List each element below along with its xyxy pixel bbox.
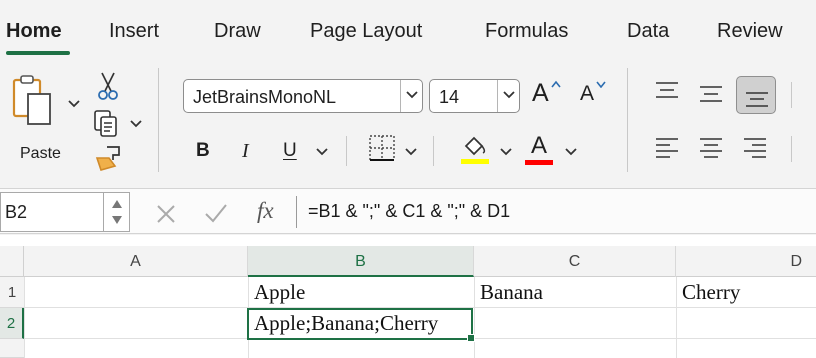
ribbon-home: Paste JetBrainsMonoNL 14 A A B I U A xyxy=(0,60,816,188)
caret-down-icon xyxy=(596,81,606,88)
align-center-icon[interactable] xyxy=(698,136,724,162)
font-color-swatch xyxy=(525,160,553,165)
name-box-stepper[interactable] xyxy=(103,193,129,231)
copy-icon[interactable] xyxy=(92,108,122,138)
format-painter-icon[interactable] xyxy=(93,144,123,172)
italic-button[interactable]: I xyxy=(242,140,249,163)
gridline xyxy=(24,277,25,358)
font-family-dropdown[interactable] xyxy=(400,80,422,112)
up-down-arrows-icon xyxy=(112,200,122,224)
active-cell-outline xyxy=(247,308,473,340)
column-header-a[interactable]: A xyxy=(24,246,248,277)
cut-scissors-icon[interactable] xyxy=(95,71,121,101)
paste-icon xyxy=(12,75,51,125)
font-size-dropdown[interactable] xyxy=(497,80,519,112)
group-divider xyxy=(627,68,628,172)
insert-function-button[interactable]: fx xyxy=(257,198,274,224)
decrease-font-size-button[interactable]: A xyxy=(580,82,594,106)
row-header-1[interactable]: 1 xyxy=(0,277,24,308)
align-divider xyxy=(791,82,792,108)
align-middle-icon[interactable] xyxy=(698,84,724,108)
fill-color-bucket-icon[interactable] xyxy=(458,132,492,166)
cancel-x-icon[interactable] xyxy=(155,203,177,225)
select-all-corner[interactable] xyxy=(0,246,24,277)
underline-button[interactable]: U xyxy=(283,140,297,162)
cell-d1[interactable]: Cherry xyxy=(676,277,816,308)
format-divider xyxy=(346,136,347,166)
column-header-row: A B C D xyxy=(0,246,816,277)
increase-font-size-button[interactable]: A xyxy=(532,79,549,108)
formula-bar: B2 fx =B1 & ";" & C1 & ";" & D1 xyxy=(0,188,816,234)
worksheet-grid: A B C D 1 2 Apple Banana Cherry Apple;Ba… xyxy=(0,235,816,358)
fill-color-chevron-down-icon[interactable] xyxy=(500,148,512,156)
formula-input[interactable]: =B1 & ";" & C1 & ";" & D1 xyxy=(308,201,510,222)
tab-draw[interactable]: Draw xyxy=(214,20,261,43)
caret-up-icon xyxy=(551,80,561,88)
row-header-2[interactable]: 2 xyxy=(0,308,24,339)
group-divider xyxy=(158,68,159,172)
tab-home[interactable]: Home xyxy=(6,20,62,43)
name-box[interactable]: B2 xyxy=(0,192,130,232)
align-bottom-icon xyxy=(746,92,768,107)
column-header-d[interactable]: D xyxy=(676,246,816,277)
paste-label: Paste xyxy=(20,145,61,162)
format-divider xyxy=(433,136,434,166)
bold-button[interactable]: B xyxy=(196,140,210,162)
font-color-chevron-down-icon[interactable] xyxy=(565,148,577,156)
cell-b1[interactable]: Apple xyxy=(248,277,474,308)
align-divider xyxy=(791,136,792,162)
tab-review[interactable]: Review xyxy=(717,20,783,43)
chevron-down-icon xyxy=(406,91,418,99)
borders-chevron-down-icon[interactable] xyxy=(405,148,417,156)
tab-insert[interactable]: Insert xyxy=(109,20,159,43)
active-tab-indicator xyxy=(6,51,70,55)
align-top-icon[interactable] xyxy=(654,80,680,104)
font-size-select[interactable]: 14 xyxy=(429,79,520,113)
font-family-select[interactable]: JetBrainsMonoNL xyxy=(183,79,423,113)
borders-icon[interactable] xyxy=(368,134,396,162)
font-family-value: JetBrainsMonoNL xyxy=(193,87,337,107)
fill-handle[interactable] xyxy=(467,334,475,342)
chevron-down-icon xyxy=(503,91,515,99)
tab-formulas[interactable]: Formulas xyxy=(485,20,568,43)
cell-c1[interactable]: Banana xyxy=(474,277,676,308)
align-left-icon[interactable] xyxy=(654,136,680,162)
tab-data[interactable]: Data xyxy=(627,20,669,43)
paste-button[interactable]: Paste xyxy=(10,70,82,162)
underline-chevron-down-icon[interactable] xyxy=(316,148,328,156)
font-color-button[interactable]: A xyxy=(531,132,547,160)
enter-check-icon[interactable] xyxy=(203,202,229,224)
align-right-icon[interactable] xyxy=(742,136,768,162)
align-bottom-button[interactable] xyxy=(736,76,776,114)
formula-divider xyxy=(296,196,297,228)
column-header-c[interactable]: C xyxy=(474,246,676,277)
column-header-b[interactable]: B xyxy=(248,246,474,277)
copy-chevron-down-icon[interactable] xyxy=(130,120,142,128)
paste-chevron-down-icon xyxy=(68,100,80,108)
tab-page-layout[interactable]: Page Layout xyxy=(310,20,422,43)
font-size-value: 14 xyxy=(439,87,460,107)
name-box-value: B2 xyxy=(5,202,28,222)
ribbon-tab-bar: Home Insert Draw Page Layout Formulas Da… xyxy=(0,0,816,60)
row-header-3[interactable] xyxy=(0,339,24,358)
